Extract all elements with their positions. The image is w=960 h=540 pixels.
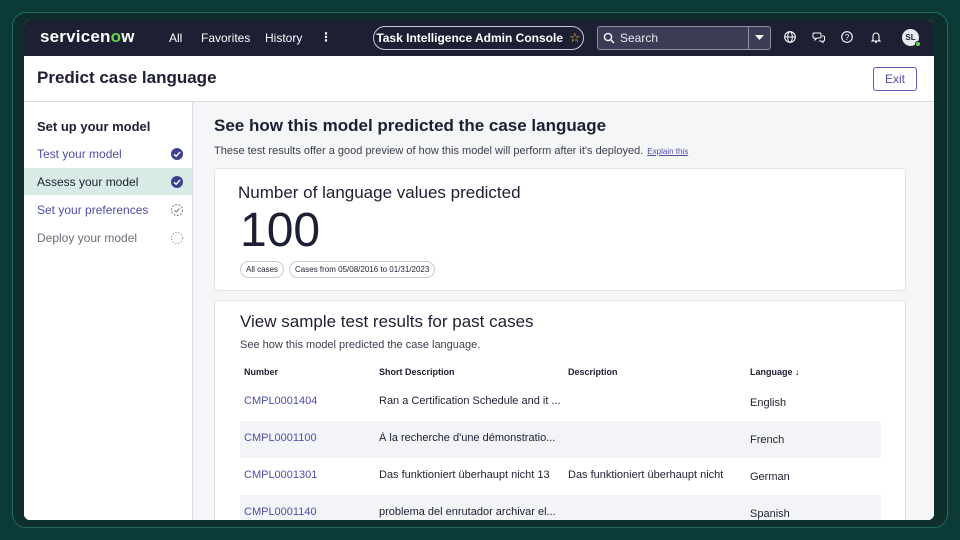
workspace-pill[interactable]: Task Intelligence Admin Console ☆ <box>373 26 584 50</box>
col-language-sort[interactable]: Language ↓ <box>750 367 800 377</box>
search-scope-dropdown[interactable] <box>748 27 770 49</box>
workspace-title: Task Intelligence Admin Console <box>376 31 564 45</box>
nav-more-icon[interactable]: ⋮ <box>320 30 332 44</box>
step-deploy-your-model[interactable]: Deploy your model <box>24 224 192 251</box>
count-card-title: Number of language values predicted <box>238 183 521 202</box>
step-label: Set your preferences <box>37 202 149 217</box>
wizard-sidebar: Set up your model Test your model Assess… <box>24 102 193 520</box>
favorite-star-icon[interactable]: ☆ <box>569 30 581 46</box>
step-label: Assess your model <box>37 174 139 189</box>
search-icon <box>598 32 620 44</box>
presence-indicator <box>915 41 921 47</box>
language-cell: German <box>750 471 790 483</box>
filter-chips: All cases Cases from 05/08/2016 to 01/31… <box>240 261 436 278</box>
page-title: Predict case language <box>37 68 217 87</box>
search-input[interactable]: Search <box>620 31 748 45</box>
chat-icon[interactable] <box>812 30 826 44</box>
user-avatar[interactable]: SL <box>902 29 921 47</box>
subtitle-text: These test results offer a good preview … <box>214 145 644 157</box>
page-header: Predict case language Exit <box>24 56 934 102</box>
language-cell: English <box>750 397 787 409</box>
servicenow-logo[interactable]: servicenow <box>40 27 135 47</box>
step-test-your-model[interactable]: Test your model <box>24 140 192 167</box>
step-label: Test your model <box>37 146 122 161</box>
language-cell: Spanish <box>750 508 790 520</box>
col-number[interactable]: Number <box>244 367 278 377</box>
short-description-cell: Das funktioniert überhaupt nicht 13 <box>379 469 550 481</box>
app-window: servicenow All Favorites History ⋮ Task … <box>24 20 934 520</box>
main-content: See how this model predicted the case la… <box>193 102 934 520</box>
short-description-cell: Ran a Certification Schedule and it ... <box>379 395 561 407</box>
nav-favorites[interactable]: Favorites <box>201 31 250 45</box>
main-title: See how this model predicted the case la… <box>214 116 607 135</box>
not-started-icon <box>171 231 183 244</box>
step-set-your-preferences[interactable]: Set your preferences <box>24 196 192 223</box>
col-short-description[interactable]: Short Description <box>379 367 455 377</box>
top-nav: servicenow All Favorites History ⋮ Task … <box>24 20 934 56</box>
table-row[interactable]: CMPL0001301 Das funktioniert überhaupt n… <box>240 458 881 495</box>
nav-history[interactable]: History <box>265 31 302 45</box>
prediction-count-card: Number of language values predicted 100 … <box>214 168 906 291</box>
help-icon[interactable]: ? <box>840 30 854 44</box>
results-subtitle: See how this model predicted the case la… <box>240 339 481 351</box>
check-circle-icon <box>171 147 183 160</box>
step-assess-your-model[interactable]: Assess your model <box>24 168 192 195</box>
table-row[interactable]: CMPL0001404 Ran a Certification Schedule… <box>240 384 881 421</box>
global-search[interactable]: Search <box>597 26 771 50</box>
short-description-cell: problema del enrutador archivar el... <box>379 506 556 518</box>
case-number-link[interactable]: CMPL0001100 <box>244 432 317 444</box>
check-circle-icon <box>171 175 183 188</box>
globe-icon[interactable] <box>783 30 797 44</box>
table-header: Number Short Description Description Lan… <box>240 367 880 381</box>
exit-button[interactable]: Exit <box>873 67 917 91</box>
sidebar-title: Set up your model <box>37 119 151 134</box>
nav-all[interactable]: All <box>169 31 182 45</box>
svg-text:?: ? <box>845 33 850 42</box>
case-number-link[interactable]: CMPL0001140 <box>244 506 317 518</box>
chip-date-range[interactable]: Cases from 05/08/2016 to 01/31/2023 <box>289 261 436 278</box>
col-description[interactable]: Description <box>568 367 618 377</box>
sample-results-card: View sample test results for past cases … <box>214 300 906 520</box>
step-label: Deploy your model <box>37 230 138 245</box>
avatar-initials: SL <box>905 33 916 42</box>
results-title: View sample test results for past cases <box>240 312 534 331</box>
table-row[interactable]: CMPL0001140 problema del enrutador archi… <box>240 495 881 520</box>
main-subtitle: These test results offer a good preview … <box>214 145 688 157</box>
language-cell: French <box>750 434 785 446</box>
explain-this-link[interactable]: Explain this <box>647 147 688 156</box>
table-row[interactable]: CMPL0001100 À la recherche d'une démonst… <box>240 421 881 458</box>
chip-all-cases[interactable]: All cases <box>240 261 285 278</box>
in-progress-icon <box>171 203 183 216</box>
description-cell: Das funktioniert überhaupt nicht <box>568 469 724 481</box>
notification-bell-icon[interactable] <box>869 30 883 44</box>
case-number-link[interactable]: CMPL0001301 <box>244 469 317 481</box>
case-number-link[interactable]: CMPL0001404 <box>244 395 317 407</box>
predicted-count-value: 100 <box>240 204 321 257</box>
chevron-down-icon <box>755 35 764 40</box>
short-description-cell: À la recherche d'une démonstratio... <box>379 432 556 444</box>
